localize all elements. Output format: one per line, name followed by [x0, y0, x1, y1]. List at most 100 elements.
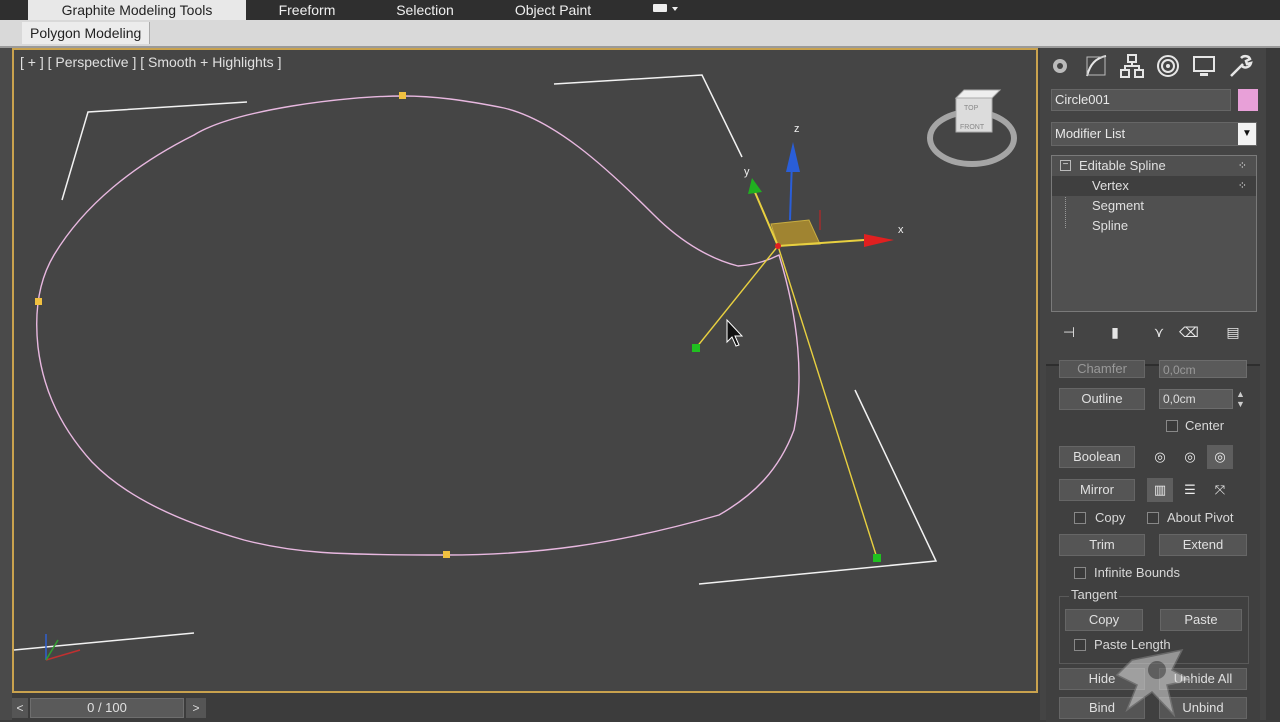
tab-graphite-modeling-tools[interactable]: Graphite Modeling Tools [28, 0, 246, 20]
boolean-button[interactable]: Boolean [1059, 446, 1135, 468]
infinite-bounds-label: Infinite Bounds [1094, 565, 1181, 580]
create-icon [1053, 59, 1067, 73]
utilities-tab[interactable] [1226, 52, 1256, 82]
mirror-button[interactable]: Mirror [1059, 479, 1135, 501]
tab-object-paint[interactable]: Object Paint [500, 0, 606, 20]
ribbon-panel: Polygon Modeling [0, 20, 1280, 48]
scene-edges [14, 74, 938, 651]
remove-modifier-icon[interactable]: ⌫ [1177, 320, 1201, 344]
spline-vertices[interactable] [35, 92, 450, 558]
viewcube-top-label: TOP [964, 105, 979, 112]
copy-label: Copy [1095, 510, 1126, 525]
boolean-union-icon[interactable]: ◎ [1147, 445, 1173, 469]
motion-icon [1157, 55, 1179, 77]
motion-tab[interactable] [1154, 52, 1184, 82]
previous-frame-button[interactable]: < [12, 698, 28, 718]
display-icon [653, 4, 678, 12]
boolean-intersect-icon[interactable]: ◎ [1207, 445, 1233, 469]
ribbon-options-icon[interactable] [646, 0, 682, 20]
about-pivot-checkbox[interactable] [1147, 512, 1159, 524]
display-tab[interactable] [1190, 52, 1220, 82]
move-gizmo[interactable]: x y z [744, 123, 904, 249]
modifier-list-dropdown[interactable]: Modifier List ▼ [1051, 122, 1257, 146]
gizmo-z-label: z [794, 123, 800, 135]
about-pivot-label: About Pivot [1167, 510, 1234, 525]
handle-point[interactable] [692, 344, 700, 352]
hierarchy-icon [1120, 54, 1144, 78]
pin-stack-icon[interactable]: ⊣ [1057, 320, 1081, 344]
vertex [35, 298, 42, 305]
stack-item-spline[interactable]: Spline [1052, 216, 1256, 236]
stack-item-dots-icon: ⁘ [1237, 160, 1248, 172]
edge-line [14, 632, 195, 651]
viewport-scene[interactable]: x y z TOP FRONT [14, 50, 1038, 693]
edge-line [553, 74, 743, 158]
time-slider[interactable]: 0 / 100 [30, 698, 184, 718]
tab-selection[interactable]: Selection [380, 0, 470, 20]
outline-button[interactable]: Outline [1059, 388, 1145, 410]
spinner-arrows-icon[interactable]: ▲ ▼ [1234, 389, 1247, 409]
gizmo-y-label: y [744, 166, 750, 178]
stack-item-label: Vertex [1092, 178, 1129, 193]
time-slider-bar: < 0 / 100 > [12, 697, 1038, 720]
stack-item-label: Editable Spline [1079, 158, 1166, 173]
mouse-cursor-icon [726, 318, 744, 347]
copy-checkbox[interactable] [1074, 512, 1086, 524]
stack-item-label: Segment [1092, 198, 1145, 213]
viewport-label[interactable]: [ + ] [ Perspective ] [ Smooth + Highlig… [20, 54, 281, 70]
collapse-icon[interactable]: − [1060, 160, 1071, 171]
tangent-handle-out [777, 245, 878, 559]
tangent-group-label: Tangent [1069, 587, 1120, 602]
watermark-logo-icon [1115, 648, 1195, 718]
tangent-handles [695, 245, 878, 559]
tangent-copy-button[interactable]: Copy [1065, 609, 1143, 631]
infinite-bounds-checkbox[interactable] [1074, 567, 1086, 579]
show-end-result-icon[interactable]: ▮ [1103, 320, 1127, 344]
polygon-modeling-panel[interactable]: Polygon Modeling [22, 22, 151, 44]
center-checkbox[interactable] [1166, 420, 1178, 432]
gizmo-x-label: x [898, 224, 904, 236]
tangent-paste-button[interactable]: Paste [1160, 609, 1242, 631]
command-panel-scrollbar[interactable] [1266, 48, 1280, 720]
stack-item-label: Spline [1092, 218, 1129, 233]
stack-item-vertex[interactable]: Vertex ⁘ [1052, 176, 1256, 196]
viewcube[interactable]: TOP FRONT [927, 89, 1017, 167]
create-tab[interactable] [1046, 52, 1076, 82]
stack-item-segment[interactable]: Segment [1052, 196, 1256, 216]
handle-point[interactable] [873, 554, 881, 562]
utilities-icon [1230, 54, 1253, 77]
object-name-field[interactable]: Circle001 [1051, 89, 1231, 111]
configure-sets-icon[interactable]: ▤ [1221, 320, 1245, 344]
mirror-both-icon[interactable]: ⤧ [1207, 478, 1233, 502]
vertex [399, 92, 406, 99]
center-label: Center [1185, 418, 1225, 433]
tab-freeform[interactable]: Freeform [262, 0, 352, 20]
stack-toolbar: ⊣ ▮ ⋎ ⌫ ▤ [1051, 318, 1257, 348]
trim-button[interactable]: Trim [1059, 534, 1145, 556]
modifier-list-label: Modifier List [1055, 126, 1126, 141]
chamfer-spinner[interactable]: 0,0cm [1159, 360, 1247, 378]
paste-length-checkbox[interactable] [1074, 639, 1086, 651]
mirror-horizontal-icon[interactable]: ▥ [1147, 478, 1173, 502]
vertex [443, 551, 450, 558]
boolean-subtract-icon[interactable]: ◎ [1177, 445, 1203, 469]
edge-line [698, 389, 938, 585]
next-frame-button[interactable]: > [186, 698, 206, 718]
chevron-down-icon[interactable]: ▼ [1238, 123, 1256, 145]
modifier-stack: − Editable Spline ⁘ Vertex ⁘ Segment Spl… [1051, 155, 1257, 312]
stack-item-editable-spline[interactable]: − Editable Spline ⁘ [1052, 156, 1256, 176]
modify-tab[interactable] [1082, 52, 1112, 82]
edge-line [61, 101, 248, 201]
perspective-viewport[interactable]: x y z TOP FRONT [ + ] [ Perspective ] [ … [12, 48, 1038, 693]
viewcube-front-label: FRONT [960, 124, 985, 131]
spline-circle001[interactable] [35, 95, 800, 556]
mirror-vertical-icon[interactable]: ☰ [1177, 478, 1203, 502]
chamfer-button[interactable]: Chamfer [1059, 360, 1145, 378]
outline-spinner[interactable]: 0,0cm [1159, 389, 1233, 409]
object-color-swatch[interactable] [1238, 89, 1258, 111]
make-unique-icon[interactable]: ⋎ [1147, 320, 1171, 344]
ribbon-tab-bar: Graphite Modeling Tools Freeform Selecti… [0, 0, 1280, 20]
stack-item-dots-icon: ⁘ [1237, 180, 1248, 192]
hierarchy-tab[interactable] [1118, 52, 1148, 82]
extend-button[interactable]: Extend [1159, 534, 1247, 556]
